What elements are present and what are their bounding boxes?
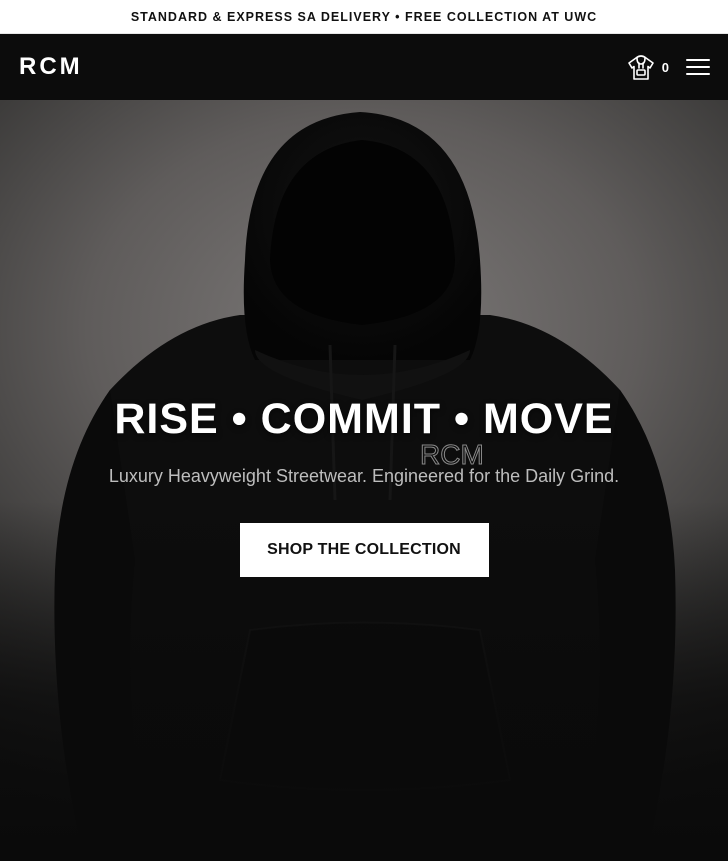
logo[interactable]: RCM bbox=[19, 53, 83, 81]
svg-text:RCM: RCM bbox=[420, 439, 482, 470]
hoodie-bag-icon bbox=[627, 55, 654, 80]
announcement-bar: STANDARD & EXPRESS SA DELIVERY • FREE CO… bbox=[0, 0, 728, 34]
header-actions: 0 bbox=[626, 53, 710, 81]
hero-subtitle: Luxury Heavyweight Streetwear. Engineere… bbox=[108, 466, 620, 486]
hero-banner: RISE • COMMIT • MOVE Luxury Heavyweight … bbox=[0, 100, 728, 861]
hero-content: RISE • COMMIT • MOVE Luxury Heavyweight … bbox=[0, 395, 728, 577]
cart-count: 0 bbox=[661, 59, 669, 75]
rcm-watermark-logo: RCM bbox=[420, 439, 483, 471]
hamburger-menu-icon[interactable] bbox=[686, 57, 710, 77]
site-header: RCM 0 bbox=[0, 34, 728, 100]
cart-button[interactable]: 0 bbox=[626, 53, 669, 81]
shop-collection-button[interactable]: SHOP THE COLLECTION bbox=[239, 523, 489, 577]
hero-title: RISE • COMMIT • MOVE bbox=[114, 395, 614, 443]
announcement-text: STANDARD & EXPRESS SA DELIVERY • FREE CO… bbox=[130, 9, 598, 24]
